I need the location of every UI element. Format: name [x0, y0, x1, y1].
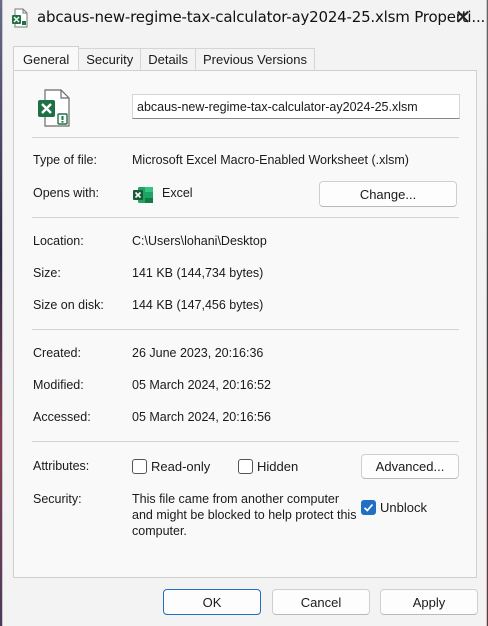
size-on-disk-label: Size on disk: [33, 298, 104, 312]
opens-with-label: Opens with: [33, 186, 100, 200]
close-button[interactable]: ✕ [446, 2, 480, 32]
cancel-button[interactable]: Cancel [272, 589, 370, 615]
type-of-file-value: Microsoft Excel Macro-Enabled Worksheet … [132, 153, 409, 167]
attributes-label: Attributes: [33, 459, 90, 473]
tab-security[interactable]: Security [78, 48, 142, 70]
readonly-label[interactable]: Read-only [151, 459, 210, 474]
modified-value: 05 March 2024, 20:16:52 [132, 378, 271, 392]
accessed-label: Accessed: [33, 410, 91, 424]
size-value: 141 KB (144,734 bytes) [132, 266, 264, 280]
unblock-label[interactable]: Unblock [380, 500, 427, 515]
location-label: Location: [33, 234, 84, 248]
excel-app-icon [133, 187, 153, 203]
properties-dialog: abcaus-new-regime-tax-calculator-ay2024-… [2, 0, 487, 626]
divider [32, 137, 459, 138]
security-message: This file came from another computer and… [132, 492, 357, 538]
divider [32, 329, 459, 330]
tab-general[interactable]: General [13, 46, 80, 71]
size-on-disk-value: 144 KB (147,456 bytes) [132, 298, 264, 312]
excel-file-icon [12, 8, 28, 28]
hidden-label[interactable]: Hidden [257, 459, 298, 474]
divider [32, 217, 459, 218]
window-title: abcaus-new-regime-tax-calculator-ay2024-… [37, 8, 486, 26]
change-button[interactable]: Change... [319, 181, 457, 207]
created-value: 26 June 2023, 20:16:36 [132, 346, 264, 360]
tab-previous-versions[interactable]: Previous Versions [194, 48, 316, 70]
apply-button[interactable]: Apply [380, 589, 478, 615]
unblock-checkbox[interactable] [361, 500, 376, 515]
divider [32, 441, 459, 442]
type-of-file-label: Type of file: [33, 153, 97, 167]
created-label: Created: [33, 346, 81, 360]
security-label: Security: [33, 492, 82, 506]
title-bar[interactable]: abcaus-new-regime-tax-calculator-ay2024-… [3, 0, 486, 36]
checkmark-icon [363, 503, 374, 512]
filename-input[interactable] [132, 94, 460, 119]
tab-details[interactable]: Details [140, 48, 196, 70]
size-label: Size: [33, 266, 61, 280]
modified-label: Modified: [33, 378, 84, 392]
opens-with-value: Excel [162, 186, 193, 200]
close-icon: ✕ [454, 6, 472, 29]
tab-bar: General Security Details Previous Versio… [13, 46, 316, 71]
general-panel: Type of file: Microsoft Excel Macro-Enab… [13, 70, 477, 578]
readonly-checkbox[interactable] [132, 459, 147, 474]
advanced-button[interactable]: Advanced... [361, 454, 459, 479]
accessed-value: 05 March 2024, 20:16:56 [132, 410, 271, 424]
hidden-checkbox[interactable] [238, 459, 253, 474]
excel-file-icon [38, 89, 70, 127]
location-value: C:\Users\lohani\Desktop [132, 234, 267, 248]
ok-button[interactable]: OK [163, 589, 261, 615]
